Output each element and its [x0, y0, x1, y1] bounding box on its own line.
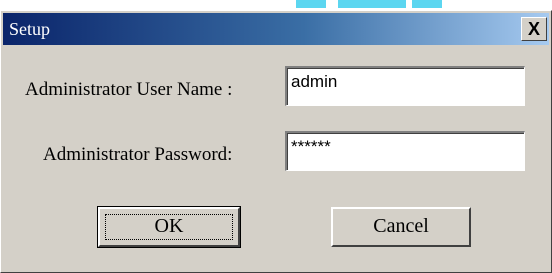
ok-button[interactable]: OK	[97, 206, 241, 248]
password-field[interactable]: ******	[285, 131, 525, 171]
background-decoration	[338, 0, 406, 8]
background-decoration	[412, 0, 442, 8]
setup-dialog: Setup X Administrator User Name : admin …	[0, 10, 552, 273]
title-bar[interactable]: Setup X	[3, 13, 549, 45]
cancel-button-label: Cancel	[373, 215, 429, 237]
ok-button-label: OK	[154, 215, 184, 237]
close-icon: X	[527, 19, 540, 39]
background-decoration	[296, 0, 326, 8]
window-title: Setup	[9, 19, 51, 39]
password-label: Administrator Password:	[43, 144, 233, 165]
close-button[interactable]: X	[521, 17, 547, 41]
username-field[interactable]: admin	[285, 66, 525, 106]
username-label: Administrator User Name :	[25, 79, 233, 100]
cancel-button[interactable]: Cancel	[331, 207, 471, 247]
